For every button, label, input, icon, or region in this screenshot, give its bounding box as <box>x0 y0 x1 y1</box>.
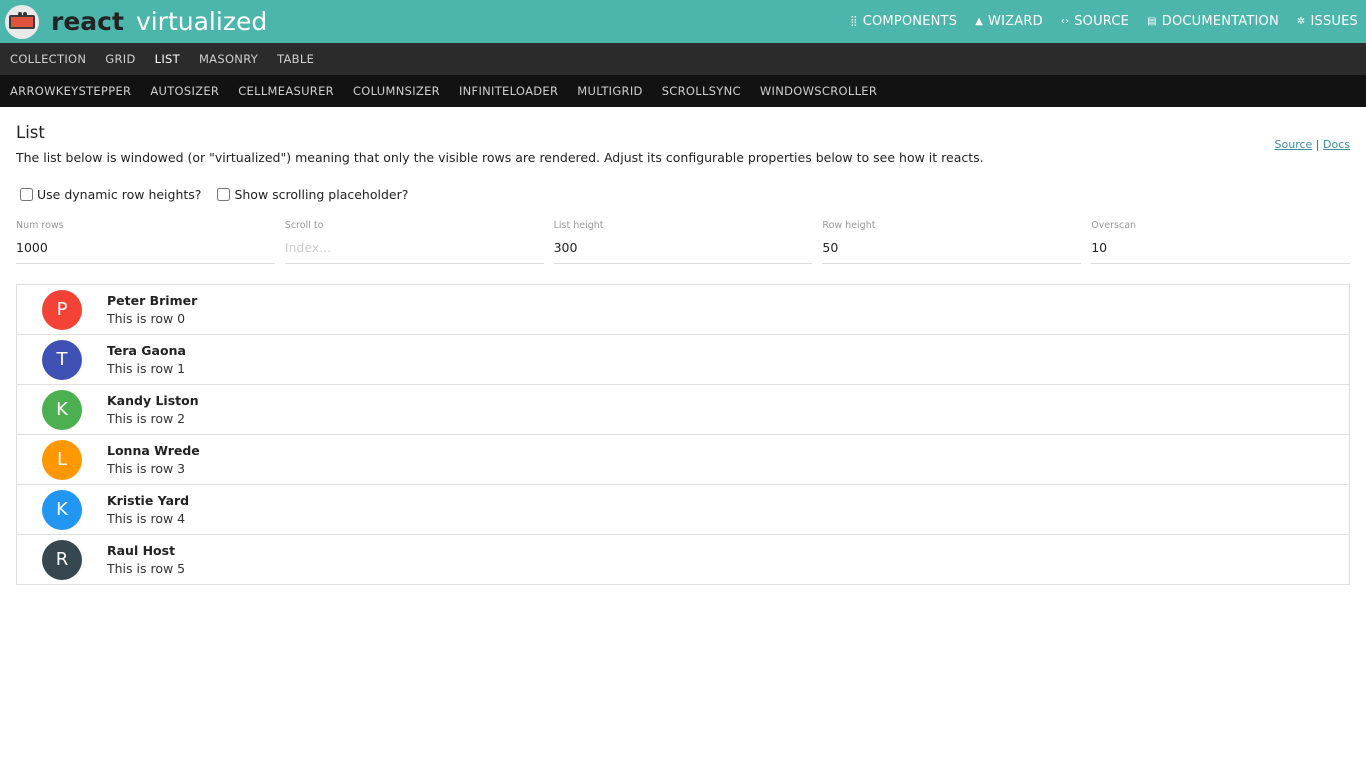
source-docs-links: Source | Docs <box>1274 138 1350 151</box>
nav-scrollsync[interactable]: SCROLLSYNC <box>662 84 741 98</box>
docs-link[interactable]: Docs <box>1323 138 1350 151</box>
list-item: T Tera Gaona This is row 1 <box>17 335 1349 385</box>
list-height-field-group: List height <box>553 220 813 264</box>
dynamic-row-heights-checkbox[interactable] <box>20 188 33 201</box>
nav-issues[interactable]: ✲ ISSUES <box>1297 14 1358 29</box>
row-subtitle: This is row 4 <box>107 511 186 526</box>
nav-multigrid[interactable]: MULTIGRID <box>577 84 642 98</box>
row-name: Kristie Yard <box>107 493 190 508</box>
code-icon: ‹› <box>1060 16 1070 27</box>
scrolling-placeholder-option[interactable]: Show scrolling placeholder? <box>213 187 408 202</box>
row-height-label: Row height <box>822 220 876 231</box>
scroll-to-field-group: Scroll to <box>284 220 544 264</box>
book-icon: ▤ <box>1147 16 1157 27</box>
page-description: The list below is windowed (or "virtuali… <box>16 150 984 165</box>
list-item: P Peter Brimer This is row 0 <box>17 285 1349 335</box>
config-fields: Num rows Scroll to List height Row heigh… <box>16 220 1350 264</box>
list-height-label: List height <box>553 220 604 231</box>
list-item: K Kandy Liston This is row 2 <box>17 385 1349 435</box>
row-subtitle: This is row 3 <box>107 461 186 476</box>
avatar: T <box>42 339 82 380</box>
source-link[interactable]: Source <box>1275 138 1313 151</box>
num-rows-label: Num rows <box>16 220 64 231</box>
dynamic-row-heights-option[interactable]: Use dynamic row heights? <box>16 187 201 202</box>
logo-eye-icon <box>23 11 27 16</box>
row-subtitle: This is row 0 <box>107 311 186 326</box>
avatar: K <box>42 389 82 430</box>
options-checkboxes: Use dynamic row heights? Show scrolling … <box>16 187 1350 202</box>
nav-list[interactable]: LIST <box>155 52 180 66</box>
list-height-input[interactable] <box>553 234 813 264</box>
nav-source[interactable]: ‹› SOURCE <box>1061 14 1129 29</box>
row-name: Kandy Liston <box>107 393 199 408</box>
main-content: Source | Docs List The list below is win… <box>0 123 1366 585</box>
row-height-input[interactable] <box>822 234 1082 264</box>
row-name: Tera Gaona <box>107 343 186 358</box>
page-title: List <box>16 123 45 142</box>
logo[interactable] <box>5 4 39 39</box>
row-subtitle: This is row 5 <box>107 561 186 576</box>
nav-collection[interactable]: COLLECTION <box>10 52 86 66</box>
scrolling-placeholder-checkbox[interactable] <box>217 188 231 201</box>
avatar: K <box>42 489 82 530</box>
brand-title[interactable]: react virtualized <box>51 0 267 43</box>
nav-infiniteloader[interactable]: INFINITELOADER <box>459 84 558 98</box>
nav-arrowkeystepper[interactable]: ARROWKEYSTEPPER <box>10 84 131 98</box>
row-name: Lonna Wrede <box>107 443 200 458</box>
logo-eye-icon <box>18 11 22 16</box>
nav-windowscroller[interactable]: WINDOWSCROLLER <box>760 84 877 98</box>
nav-cellmeasurer[interactable]: CELLMEASURER <box>238 84 334 98</box>
num-rows-field-group: Num rows <box>16 220 275 264</box>
nav-documentation[interactable]: ▤ DOCUMENTATION <box>1147 14 1279 29</box>
logo-box-icon <box>9 14 35 29</box>
avatar: L <box>42 439 82 480</box>
nav-columnsizer[interactable]: COLUMNSIZER <box>353 84 440 98</box>
nav-autosizer[interactable]: AUTOSIZER <box>150 84 219 98</box>
overscan-input[interactable] <box>1091 234 1350 264</box>
nav-wizard[interactable]: ▲ WIZARD <box>975 14 1043 29</box>
overscan-label: Overscan <box>1091 220 1137 231</box>
hoc-nav: ARROWKEYSTEPPER AUTOSIZER CELLMEASURER C… <box>0 75 1366 107</box>
nav-grid[interactable]: GRID <box>105 52 135 66</box>
row-name: Peter Brimer <box>107 293 198 308</box>
row-height-field-group: Row height <box>822 220 1082 264</box>
component-nav: COLLECTION GRID LIST MASONRY TABLE <box>0 43 1366 75</box>
scroll-to-label: Scroll to <box>284 220 324 231</box>
row-name: Raul Host <box>107 543 176 558</box>
overscan-field-group: Overscan <box>1091 220 1350 264</box>
list-item: R Raul Host This is row 5 <box>17 535 1349 584</box>
avatar: R <box>42 539 82 580</box>
nav-masonry[interactable]: MASONRY <box>199 52 258 66</box>
wizard-icon: ▲ <box>975 16 984 27</box>
grid-icon: ⣿ <box>850 16 858 27</box>
num-rows-input[interactable] <box>16 234 275 264</box>
nav-components[interactable]: ⣿ COMPONENTS <box>850 14 957 29</box>
top-header: react virtualized ⣿ COMPONENTS ▲ WIZARD ‹› S… <box>0 0 1366 43</box>
avatar: P <box>42 289 82 330</box>
bug-icon: ✲ <box>1296 16 1306 27</box>
virtual-list[interactable]: P Peter Brimer This is row 0 T Tera Gaona… <box>16 284 1350 585</box>
row-subtitle: This is row 2 <box>107 411 186 426</box>
row-subtitle: This is row 1 <box>107 361 186 376</box>
scroll-to-input[interactable] <box>284 234 544 264</box>
top-navigation: ⣿ COMPONENTS ▲ WIZARD ‹› SOURCE ▤ DOCUMENTAT… <box>850 0 1358 43</box>
nav-table[interactable]: TABLE <box>277 52 314 66</box>
list-item: L Lonna Wrede This is row 3 <box>17 435 1349 485</box>
list-item: K Kristie Yard This is row 4 <box>17 485 1349 535</box>
